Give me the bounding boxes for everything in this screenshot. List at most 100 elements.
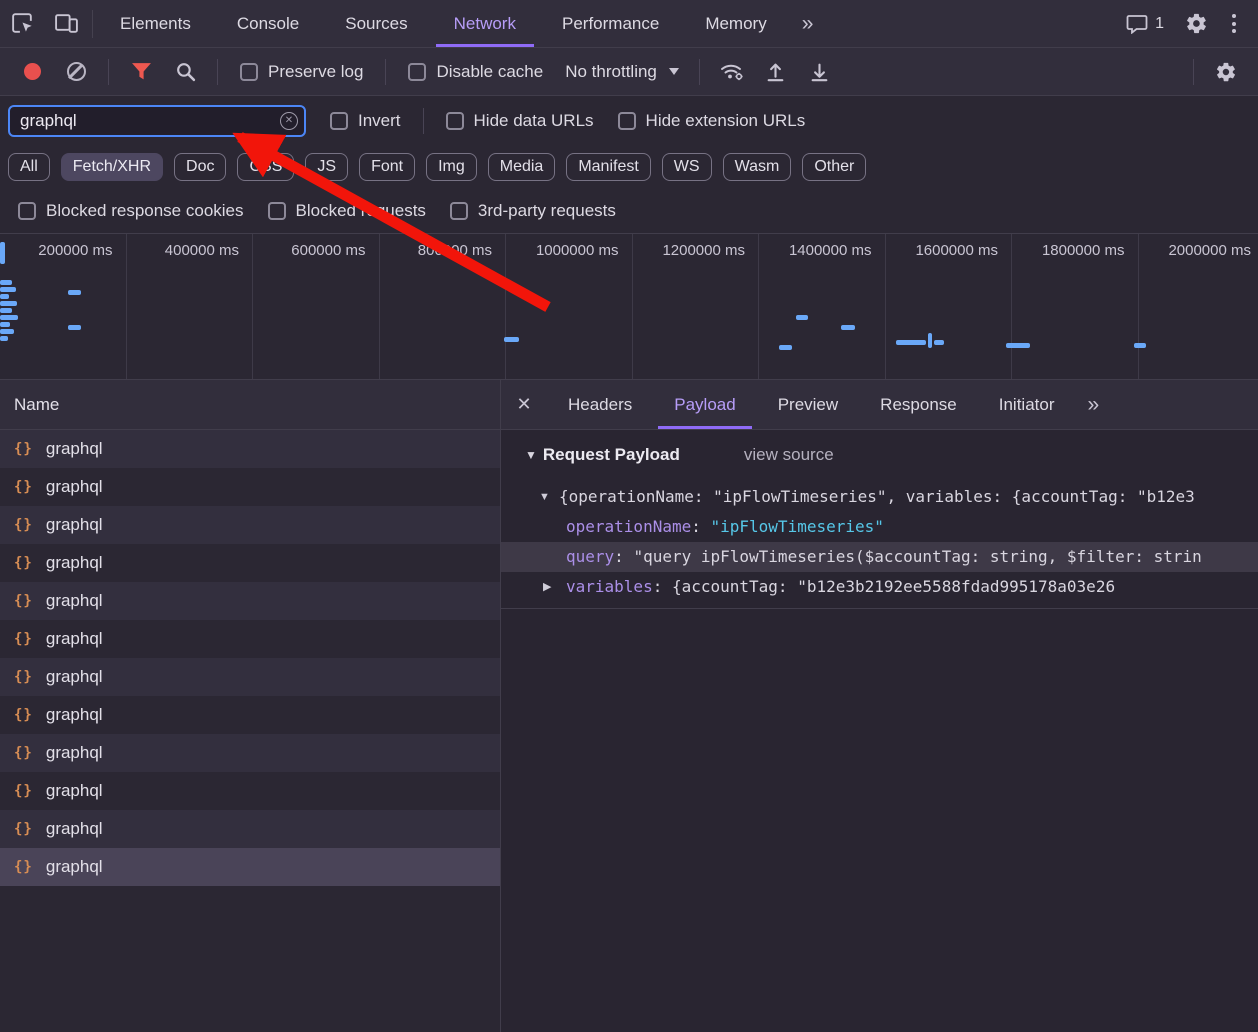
hide-extension-urls-checkbox-group[interactable]: Hide extension URLs <box>618 111 806 131</box>
request-row[interactable]: {}graphql <box>0 544 500 582</box>
clear-network-log-button[interactable] <box>54 62 98 81</box>
filter-pill-css[interactable]: CSS <box>237 153 294 181</box>
disable-cache-label: Disable cache <box>436 62 543 82</box>
payload-line[interactable]: operationName: "ipFlowTimeseries" <box>501 512 1258 542</box>
request-list: {}graphql{}graphql{}graphql{}graphql{}gr… <box>0 430 500 886</box>
request-row[interactable]: {}graphql <box>0 848 500 886</box>
filter-funnel-icon <box>131 62 152 81</box>
record-network-log-button[interactable] <box>10 63 54 80</box>
request-row[interactable]: {}graphql <box>0 620 500 658</box>
filter-pill-all[interactable]: All <box>8 153 50 181</box>
view-source-link[interactable]: view source <box>744 445 834 465</box>
more-tabs-chevron-icon[interactable]: » <box>790 0 826 47</box>
request-row[interactable]: {}graphql <box>0 772 500 810</box>
request-row[interactable]: {}graphql <box>0 430 500 468</box>
tab-sources[interactable]: Sources <box>322 0 430 47</box>
detail-tab-headers[interactable]: Headers <box>547 380 653 429</box>
request-row[interactable]: {}graphql <box>0 506 500 544</box>
hide-extension-urls-checkbox[interactable] <box>618 112 636 130</box>
device-toolbar-icon[interactable] <box>44 0 88 47</box>
detail-tab-response[interactable]: Response <box>859 380 978 429</box>
throttling-value: No throttling <box>565 62 657 82</box>
request-name: graphql <box>46 819 103 839</box>
payload-line[interactable]: query: "query ipFlowTimeseries($accountT… <box>501 542 1258 572</box>
top-bar-right-icons: 1 <box>1116 0 1258 47</box>
request-list-panel: Name {}graphql{}graphql{}graphql{}graphq… <box>0 380 501 1032</box>
request-row[interactable]: {}graphql <box>0 810 500 848</box>
import-har-button[interactable] <box>754 61 798 82</box>
export-har-button[interactable] <box>798 61 842 82</box>
request-row[interactable]: {}graphql <box>0 696 500 734</box>
filter-row: ✕ Invert Hide data URLs Hide extension U… <box>0 96 1258 145</box>
payload-tree: ▼{operationName: "ipFlowTimeseries", var… <box>501 482 1258 602</box>
section-disclosure-open-icon[interactable]: ▼ <box>525 448 537 462</box>
request-detail-panel: ✕ HeadersPayloadPreviewResponseInitiator… <box>501 380 1258 1032</box>
search-network-button[interactable] <box>163 61 207 82</box>
filter-pill-ws[interactable]: WS <box>662 153 712 181</box>
checkbox-group-3rd-party-requests[interactable]: 3rd-party requests <box>450 201 616 221</box>
throttling-dropdown[interactable]: No throttling <box>565 62 679 82</box>
checkbox-blocked-requests[interactable] <box>268 202 286 220</box>
detail-tab-preview[interactable]: Preview <box>757 380 859 429</box>
request-row[interactable]: {}graphql <box>0 658 500 696</box>
close-detail-icon[interactable]: ✕ <box>501 380 547 429</box>
filter-pill-img[interactable]: Img <box>426 153 477 181</box>
tab-console[interactable]: Console <box>214 0 322 47</box>
waterfall-bar <box>0 315 18 320</box>
invert-checkbox-group[interactable]: Invert <box>330 111 401 131</box>
console-messages-button[interactable]: 1 <box>1116 14 1174 34</box>
filter-pill-manifest[interactable]: Manifest <box>566 153 650 181</box>
network-toolbar: Preserve log Disable cache No throttling <box>0 48 1258 96</box>
request-row[interactable]: {}graphql <box>0 582 500 620</box>
hide-data-urls-checkbox-group[interactable]: Hide data URLs <box>446 111 594 131</box>
network-settings-gear-icon[interactable] <box>1204 61 1248 83</box>
waterfall-bar <box>0 336 8 341</box>
invert-checkbox[interactable] <box>330 112 348 130</box>
disclosure-closed-icon[interactable]: ▶ <box>543 572 551 602</box>
filter-pill-doc[interactable]: Doc <box>174 153 226 181</box>
tab-performance[interactable]: Performance <box>539 0 682 47</box>
hide-data-urls-checkbox[interactable] <box>446 112 464 130</box>
disable-cache-checkbox-group[interactable]: Disable cache <box>408 62 543 82</box>
filter-pill-font[interactable]: Font <box>359 153 415 181</box>
filter-toggle-button[interactable] <box>119 62 163 81</box>
detail-tab-payload[interactable]: Payload <box>653 380 756 429</box>
tab-network[interactable]: Network <box>431 0 539 47</box>
filter-pill-js[interactable]: JS <box>305 153 348 181</box>
checkbox-group-blocked-requests[interactable]: Blocked requests <box>268 201 426 221</box>
filter-pill-other[interactable]: Other <box>802 153 866 181</box>
filter-pill-fetch-xhr[interactable]: Fetch/XHR <box>61 153 163 181</box>
network-conditions-button[interactable] <box>710 61 754 82</box>
disclosure-open-icon[interactable]: ▼ <box>539 482 550 512</box>
checkbox-group-blocked-response-cookies[interactable]: Blocked response cookies <box>18 201 244 221</box>
checkbox-blocked-response-cookies[interactable] <box>18 202 36 220</box>
payload-line[interactable]: ▶variables: {accountTag: "b12e3b2192ee55… <box>501 572 1258 602</box>
clear-filter-icon[interactable]: ✕ <box>280 112 298 130</box>
checkbox-3rd-party-requests[interactable] <box>450 202 468 220</box>
fetch-xhr-braces-icon: {} <box>14 669 33 685</box>
preserve-log-label: Preserve log <box>268 62 363 82</box>
preserve-log-checkbox[interactable] <box>240 63 258 81</box>
request-payload-section-header[interactable]: ▼ Request Payload view source <box>501 438 1258 472</box>
inspect-element-icon[interactable] <box>0 0 44 47</box>
chevron-down-icon <box>669 68 679 75</box>
timeline-overview[interactable]: 200000 ms400000 ms600000 ms800000 ms1000… <box>0 233 1258 380</box>
filter-input[interactable] <box>8 105 306 137</box>
more-options-kebab-icon[interactable] <box>1218 14 1250 33</box>
detail-tab-initiator[interactable]: Initiator <box>978 380 1076 429</box>
settings-gear-icon[interactable] <box>1174 12 1218 35</box>
waterfall-bar <box>841 325 855 330</box>
preserve-log-checkbox-group[interactable]: Preserve log <box>240 62 363 82</box>
name-column-header[interactable]: Name <box>0 380 500 430</box>
request-row[interactable]: {}graphql <box>0 734 500 772</box>
filter-pill-wasm[interactable]: Wasm <box>723 153 792 181</box>
waterfall-bar <box>1006 343 1030 348</box>
request-row[interactable]: {}graphql <box>0 468 500 506</box>
filter-pill-media[interactable]: Media <box>488 153 556 181</box>
disable-cache-checkbox[interactable] <box>408 63 426 81</box>
payload-line[interactable]: ▼{operationName: "ipFlowTimeseries", var… <box>501 482 1258 512</box>
detail-more-tabs-chevron-icon[interactable]: » <box>1075 380 1111 429</box>
tab-memory[interactable]: Memory <box>682 0 789 47</box>
request-name: graphql <box>46 439 103 459</box>
tab-elements[interactable]: Elements <box>97 0 214 47</box>
